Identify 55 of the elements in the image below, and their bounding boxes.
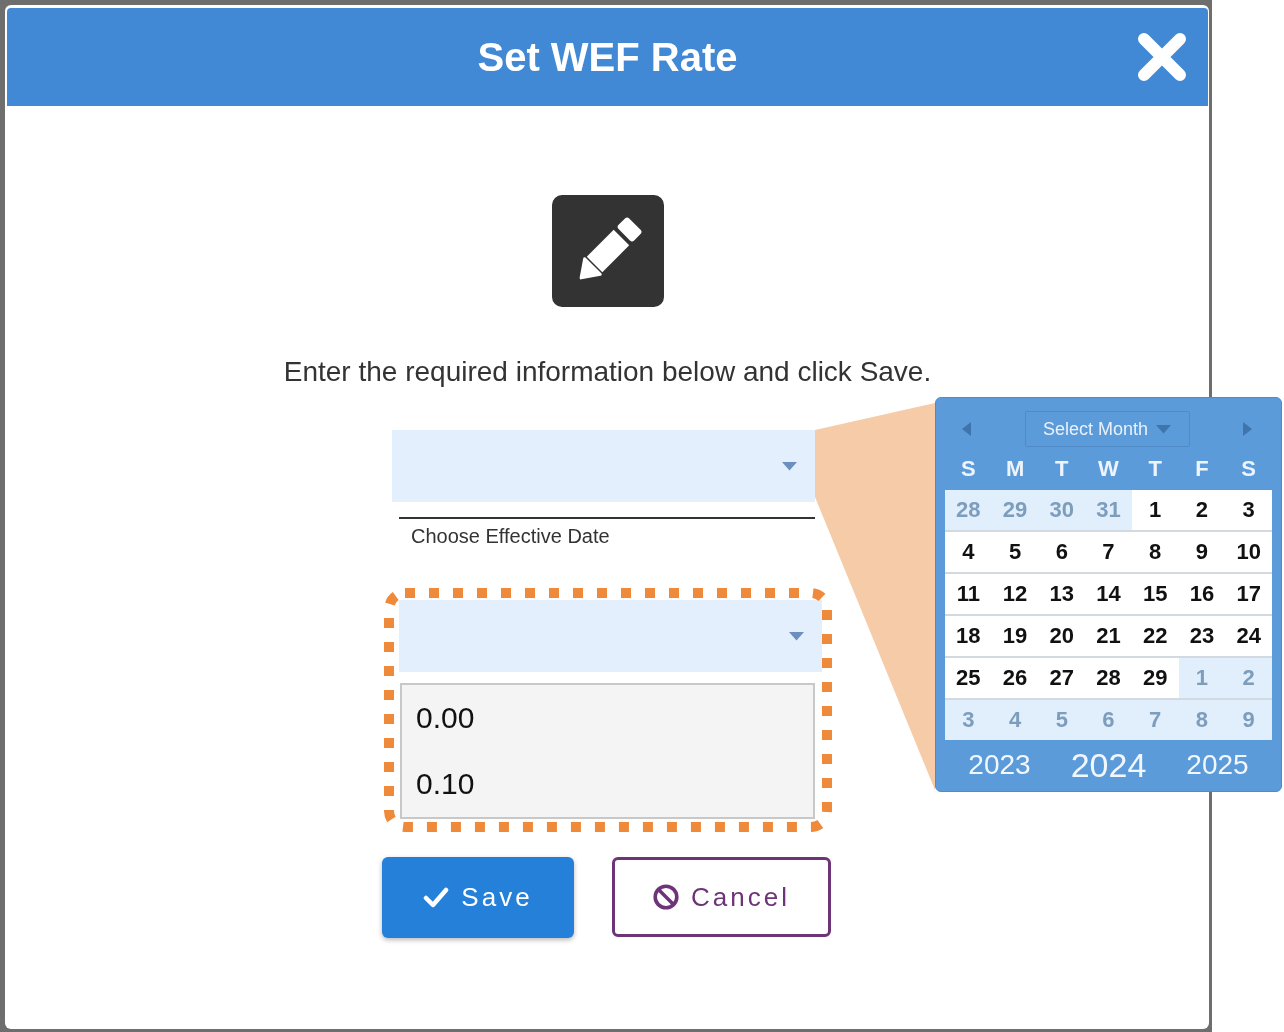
day-cell[interactable]: 3	[1225, 490, 1272, 530]
weekday-label: S	[1240, 456, 1257, 482]
day-cell[interactable]: 5	[991, 532, 1039, 572]
day-cell[interactable]: 7	[1085, 532, 1132, 572]
weekday-label: S	[960, 456, 977, 482]
day-cell[interactable]: 20	[1038, 616, 1086, 656]
day-cell[interactable]: 12	[991, 574, 1039, 614]
day-cell[interactable]: 9	[1178, 532, 1226, 572]
day-cell[interactable]: 8	[1131, 532, 1179, 572]
rate-select-field[interactable]	[399, 600, 822, 672]
check-icon	[423, 887, 450, 908]
day-cell[interactable]: 26	[991, 658, 1039, 698]
dialog-title: Set WEF Rate	[477, 34, 738, 81]
caret-down-icon	[789, 631, 804, 641]
day-cell[interactable]: 2	[1178, 490, 1226, 530]
cancel-button[interactable]: Cancel	[612, 857, 831, 937]
day-cell[interactable]: 14	[1085, 574, 1132, 614]
day-cell[interactable]: 23	[1178, 616, 1226, 656]
day-cell[interactable]: 29	[1131, 658, 1179, 698]
day-cell[interactable]: 6	[1038, 532, 1086, 572]
triangle-right-icon[interactable]	[1243, 422, 1252, 436]
option-item[interactable]: 0.00	[402, 685, 813, 751]
day-cell[interactable]: 15	[1131, 574, 1179, 614]
instruction-text: Enter the required information below and click Save.	[283, 355, 932, 389]
day-cell[interactable]: 18	[945, 616, 992, 656]
save-button[interactable]: Save	[382, 857, 574, 938]
day-cell[interactable]: 24	[1225, 616, 1272, 656]
day-cell[interactable]: 21	[1085, 616, 1132, 656]
weekday-label: T	[1147, 456, 1163, 482]
day-cell[interactable]: 13	[1038, 574, 1086, 614]
day-cell[interactable]: 4	[945, 532, 992, 572]
day-cell[interactable]: 19	[991, 616, 1039, 656]
triangle-left-icon[interactable]	[962, 422, 971, 436]
day-cell[interactable]: 22	[1131, 616, 1179, 656]
day-cell[interactable]: 17	[1225, 574, 1272, 614]
weekday-label: F	[1194, 456, 1210, 482]
day-cell[interactable]: 27	[1038, 658, 1086, 698]
day-cell[interactable]: 10	[1225, 532, 1272, 572]
option-item[interactable]: 0.10	[402, 751, 813, 817]
pencil-icon	[551, 195, 664, 307]
weekday-label: M	[1004, 456, 1026, 482]
close-icon	[1137, 32, 1187, 82]
weekday-label: T	[1054, 456, 1070, 482]
close-button[interactable]	[1137, 32, 1187, 82]
ban-icon	[653, 884, 680, 910]
day-cell[interactable]: 28	[1085, 658, 1132, 698]
day-cell[interactable]: 16	[1178, 574, 1226, 614]
caret-down-icon	[782, 461, 797, 471]
date-select-field[interactable]	[392, 430, 815, 502]
day-cell[interactable]: 1	[1131, 490, 1179, 530]
field-label: Choose Effective Date	[411, 524, 610, 548]
day-cell[interactable]: 11	[945, 574, 992, 614]
day-cell[interactable]: 25	[945, 658, 992, 698]
weekday-label: W	[1097, 456, 1120, 482]
caret-down-icon	[1156, 424, 1172, 434]
